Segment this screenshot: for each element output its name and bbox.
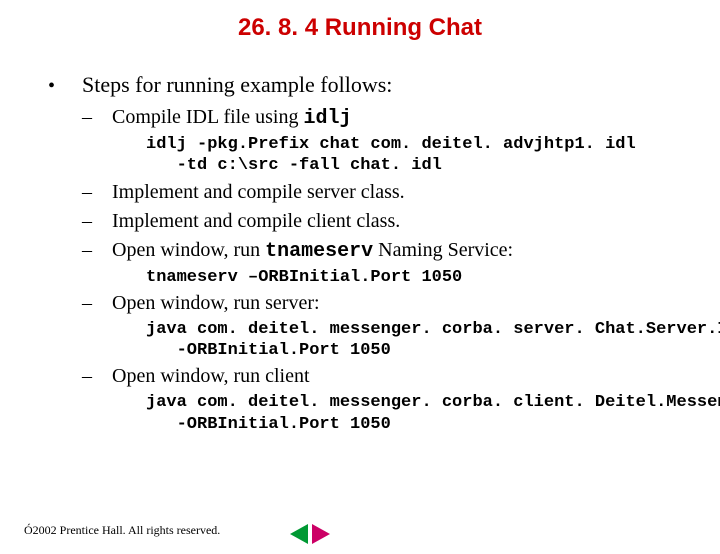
copyright-text: 2002 Prentice Hall. All rights reserved. [33,523,221,538]
copyright-symbol: Ó [24,523,33,538]
code-block-3: java com. deitel. messenger. corba. serv… [146,319,700,362]
code-block-2: tnameserv –ORBInitial.Port 1050 [146,267,700,288]
dash-icon: – [82,237,112,264]
slide-content: • Steps for running example follows: – C… [0,70,720,435]
main-bullet-text: Steps for running example follows: [82,70,392,100]
bullet-dot: • [48,73,82,100]
sub1-text: Compile IDL file using idlj [112,104,351,132]
footer: Ó 2002 Prentice Hall. All rights reserve… [24,523,696,538]
sub4-text: Open window, run tnameserv Naming Servic… [112,237,513,265]
dash-icon: – [82,104,112,131]
sub3-text: Implement and compile client class. [112,208,400,235]
sub2-text: Implement and compile server class. [112,179,405,206]
next-slide-icon[interactable] [312,524,330,544]
dash-icon: – [82,208,112,235]
sub6-text: Open window, run client [112,363,310,390]
sub5-text: Open window, run server: [112,290,320,317]
nav-buttons [290,524,330,544]
code-block-1: idlj -pkg.Prefix chat com. deitel. advjh… [146,134,700,177]
dash-icon: – [82,179,112,206]
slide-title: 26. 8. 4 Running Chat [0,14,720,42]
dash-icon: – [82,290,112,317]
code-block-4: java com. deitel. messenger. corba. clie… [146,392,700,435]
prev-slide-icon[interactable] [290,524,308,544]
dash-icon: – [82,363,112,390]
